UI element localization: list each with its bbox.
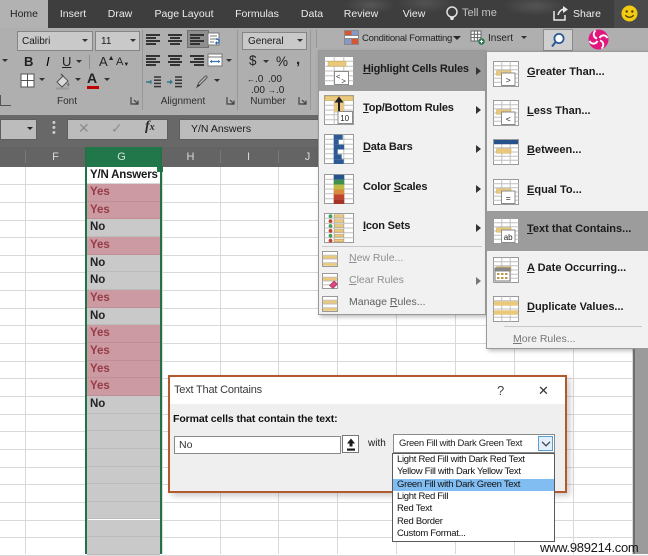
svg-text:>: > — [506, 75, 511, 85]
svg-text:<: < — [336, 72, 341, 81]
svg-text:>: > — [342, 77, 347, 86]
svg-text:=: = — [506, 192, 511, 202]
svg-text:<: < — [506, 114, 511, 124]
svg-text:10: 10 — [340, 114, 349, 123]
svg-text:ab: ab — [504, 233, 513, 242]
